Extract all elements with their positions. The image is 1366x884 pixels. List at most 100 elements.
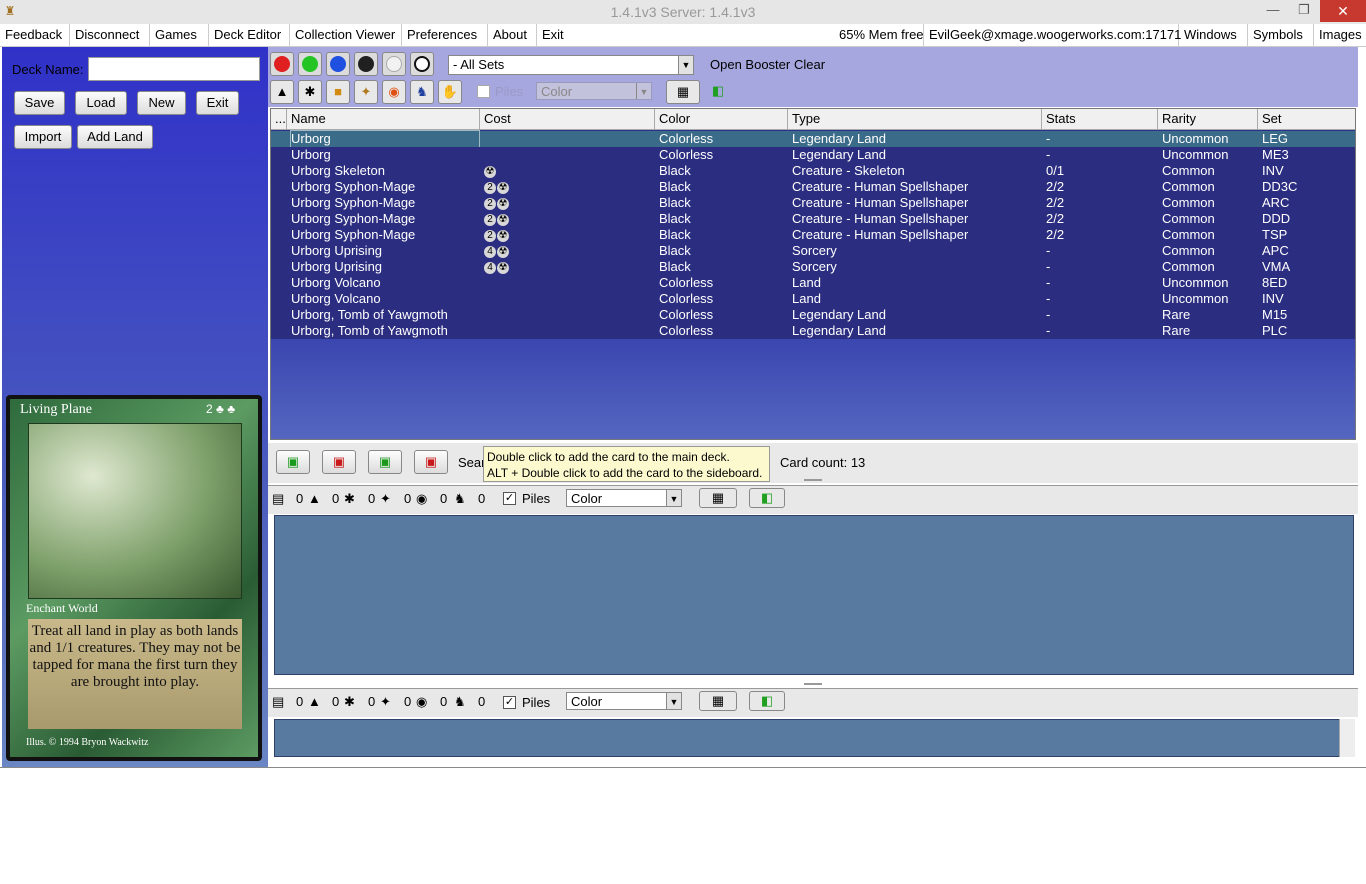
- table-row[interactable]: Urborg Syphon-Mage 2 ☢ Black Creature - Huma…: [271, 227, 1355, 243]
- menu-preferences[interactable]: Preferences: [402, 24, 488, 46]
- cell-set: LEG: [1262, 131, 1289, 146]
- minimize-button[interactable]: —: [1258, 0, 1288, 22]
- cell-cost: ☢: [484, 163, 497, 179]
- planeswalker-icon[interactable]: ♞: [410, 80, 434, 104]
- main-deck-area[interactable]: [274, 515, 1354, 675]
- sorcery-icon[interactable]: ✦: [354, 80, 378, 104]
- menu-symbols[interactable]: Symbols: [1248, 24, 1314, 46]
- land-icon[interactable]: ▲: [270, 80, 294, 104]
- cell-type: Legendary Land: [792, 131, 886, 146]
- main-cards-icon: ▤: [272, 491, 285, 506]
- main-pile-view-icon[interactable]: ◧: [749, 488, 785, 508]
- import-button[interactable]: Import: [14, 125, 72, 149]
- side-sort-select[interactable]: Color ▼: [566, 692, 682, 710]
- mana-white-toggle[interactable]: [382, 52, 406, 76]
- col-rarity[interactable]: Rarity: [1158, 109, 1258, 129]
- table-row[interactable]: Urborg Volcano Colorless Land - Uncommon 8ED: [271, 275, 1355, 291]
- mana-red-toggle[interactable]: [270, 52, 294, 76]
- remove-from-main-icon[interactable]: ▣: [322, 450, 356, 474]
- close-button[interactable]: ✕: [1320, 0, 1366, 22]
- mana-black-toggle[interactable]: [354, 52, 378, 76]
- save-button[interactable]: Save: [14, 91, 65, 115]
- deck-name-label: Deck Name:: [12, 62, 84, 77]
- clear-button[interactable]: Clear: [794, 57, 825, 72]
- chevron-down-icon: ▼: [678, 56, 693, 74]
- col-more[interactable]: ...: [271, 109, 287, 129]
- table-row[interactable]: Urborg Syphon-Mage 2 ☢ Black Creature - Huma…: [271, 211, 1355, 227]
- col-stats[interactable]: Stats: [1042, 109, 1158, 129]
- sideboard-area[interactable]: [274, 719, 1340, 757]
- mana-blue-toggle[interactable]: [326, 52, 350, 76]
- enchantment-icon[interactable]: ✋: [438, 80, 462, 104]
- table-row[interactable]: Urborg Volcano Colorless Land - Uncommon INV: [271, 291, 1355, 307]
- main-sort-select[interactable]: Color ▼: [566, 489, 682, 507]
- set-select[interactable]: - All Sets ▼: [448, 55, 694, 75]
- main-table-view-icon[interactable]: ▦: [699, 488, 737, 508]
- table-row[interactable]: Urborg Uprising 4 ☢ Black Sorcery - Common VMA: [271, 259, 1355, 275]
- remove-from-sideboard-icon[interactable]: ▣: [414, 450, 448, 474]
- mana-white-icon: [386, 56, 402, 72]
- maximize-button[interactable]: ❐: [1290, 0, 1318, 22]
- mana-colorless-toggle[interactable]: [410, 52, 434, 76]
- col-color[interactable]: Color: [655, 109, 788, 129]
- cell-rarity: Rare: [1162, 307, 1191, 322]
- cell-type: Sorcery: [792, 243, 837, 258]
- add-to-main-icon[interactable]: ▣: [276, 450, 310, 474]
- menu-exit[interactable]: Exit: [537, 24, 577, 46]
- side-piles-label: Piles: [522, 695, 551, 710]
- col-cost[interactable]: Cost: [480, 109, 655, 129]
- main-count: 0: [296, 491, 304, 506]
- new-button[interactable]: New: [137, 91, 186, 115]
- menu-about[interactable]: About: [488, 24, 537, 46]
- mana-green-toggle[interactable]: [298, 52, 322, 76]
- menu-games[interactable]: Games: [150, 24, 209, 46]
- cell-type: Legendary Land: [792, 323, 886, 338]
- table-view-icon[interactable]: ▦: [666, 80, 700, 104]
- col-set[interactable]: Set: [1258, 109, 1355, 129]
- table-row[interactable]: Urborg Colorless Legendary Land - Uncommon ME…: [271, 147, 1355, 163]
- creature-icon[interactable]: ✱: [298, 80, 322, 104]
- cell-rarity: Common: [1162, 227, 1215, 242]
- instant-icon[interactable]: ◉: [382, 80, 406, 104]
- side-table-view-icon[interactable]: ▦: [699, 691, 737, 711]
- cell-color: Colorless: [659, 147, 714, 162]
- menu-collection-viewer[interactable]: Collection Viewer: [290, 24, 402, 46]
- exit-button[interactable]: Exit: [196, 91, 239, 115]
- window-border-bottom: [0, 767, 1366, 768]
- deck-name-input[interactable]: [88, 57, 260, 81]
- table-row[interactable]: Urborg, Tomb of Yawgmoth Colorless Legenda…: [271, 307, 1355, 323]
- side-piles-checkbox[interactable]: ✓: [503, 696, 516, 709]
- open-booster-button[interactable]: Open Booster: [710, 57, 790, 72]
- table-row[interactable]: Urborg, Tomb of Yawgmoth Colorless Legenda…: [271, 323, 1355, 339]
- load-button[interactable]: Load: [75, 91, 127, 115]
- table-row[interactable]: Urborg Syphon-Mage 2 ☢ Black Creature - Huma…: [271, 195, 1355, 211]
- cell-set: INV: [1262, 291, 1284, 306]
- splitter-handle[interactable]: [804, 479, 822, 481]
- col-type[interactable]: Type: [788, 109, 1042, 129]
- main-piles-checkbox[interactable]: ✓: [503, 492, 516, 505]
- menu-images[interactable]: Images: [1314, 24, 1366, 46]
- cell-color: Black: [659, 227, 691, 242]
- cell-stats: 0/1: [1046, 163, 1065, 178]
- side-pile-view-icon[interactable]: ◧: [749, 691, 785, 711]
- cell-stats: 2/2: [1046, 179, 1065, 194]
- menu-deck-editor[interactable]: Deck Editor: [209, 24, 290, 46]
- menu-feedback[interactable]: Feedback: [0, 24, 70, 46]
- menu-windows[interactable]: Windows: [1179, 24, 1248, 46]
- table-row[interactable]: Urborg Syphon-Mage 2 ☢ Black Creature - Huma…: [271, 179, 1355, 195]
- col-name[interactable]: Name: [287, 109, 480, 129]
- cell-name: Urborg Volcano: [291, 291, 381, 306]
- table-row[interactable]: Urborg Uprising 4 ☢ Black Sorcery - Common APC: [271, 243, 1355, 259]
- sort-select-disabled-value: Color: [541, 84, 573, 99]
- cell-type: Land: [792, 275, 821, 290]
- menu-disconnect[interactable]: Disconnect: [70, 24, 150, 46]
- sideboard-scrollbar[interactable]: [1339, 719, 1355, 757]
- splitter-handle[interactable]: [804, 683, 822, 685]
- table-row[interactable]: Urborg Skeleton ☢ Black Creature - Skeleton…: [271, 163, 1355, 179]
- add-to-sideboard-icon[interactable]: ▣: [368, 450, 402, 474]
- cell-stats: 2/2: [1046, 227, 1065, 242]
- add-land-button[interactable]: Add Land: [77, 125, 153, 149]
- artifact-icon[interactable]: ■: [326, 80, 350, 104]
- pile-view-icon[interactable]: ◧: [706, 80, 730, 104]
- table-row[interactable]: Urborg Colorless Legendary Land - Uncommon LE…: [271, 130, 1355, 148]
